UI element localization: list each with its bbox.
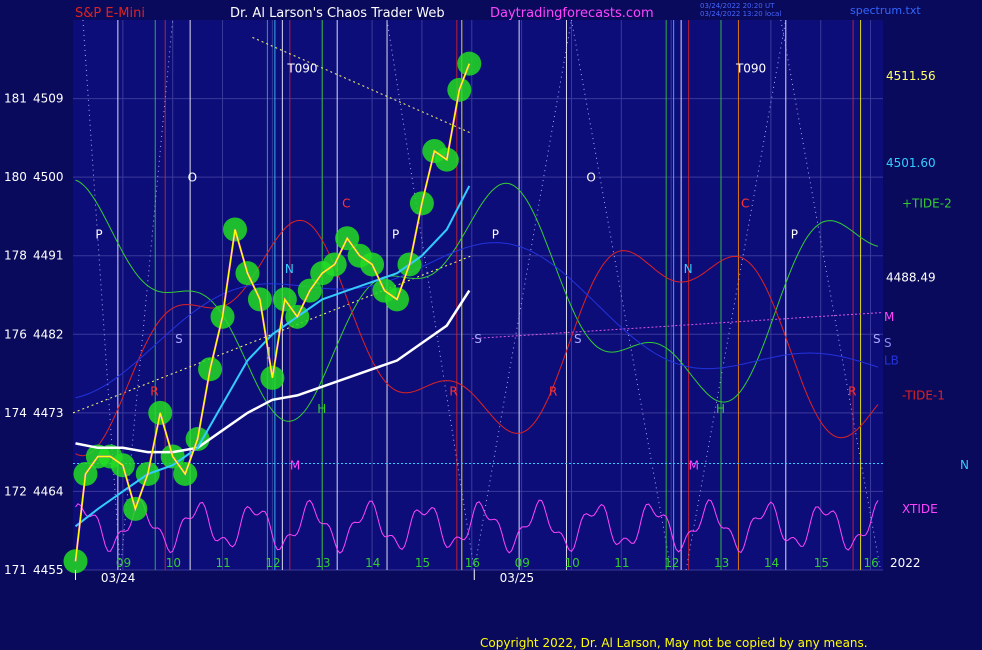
- y-tick-label-6: 171: [4, 563, 27, 577]
- x-tick-label-4: 13: [315, 556, 330, 570]
- line-label-8: C: [342, 197, 350, 211]
- y-tick-label-5: 172: [4, 484, 27, 498]
- x-tick-label-12: 13: [714, 556, 729, 570]
- line-label-21: H: [317, 402, 326, 416]
- y-tick-price-6: 4455: [33, 563, 64, 577]
- x-tick-label-3: 12: [265, 556, 280, 570]
- date-label-0: 03/24: [101, 571, 136, 585]
- right-value-2: 4488.49: [886, 271, 936, 285]
- y-tick-label-0: 181: [4, 92, 27, 106]
- chart: 181 4509 180 4500 178 4491 176 4482 174 4473 172 44…: [0, 0, 982, 650]
- line-label-14: S: [574, 332, 582, 346]
- legend-entry-4: -TIDE-1: [902, 388, 945, 402]
- y-tick-price-0: 4509: [33, 92, 64, 106]
- date-label-1: 03/25: [500, 571, 535, 585]
- y-tick-price-1: 4500: [33, 170, 64, 184]
- line-label-22: H: [716, 402, 725, 416]
- x-tick-label-0: 09: [116, 556, 131, 570]
- right-value-0: 4511.56: [886, 69, 936, 83]
- y-tick-label-4: 174: [4, 406, 27, 420]
- x-tick-label-2: 11: [216, 556, 231, 570]
- line-label-23: M: [290, 459, 300, 473]
- x-tick-label-15: 16: [864, 556, 879, 570]
- line-label-24: M: [689, 459, 699, 473]
- y-tick-label-2: 178: [4, 249, 27, 263]
- line-label-17: R: [449, 384, 457, 398]
- line-label-6: P: [492, 227, 499, 241]
- line-label-9: C: [741, 197, 749, 211]
- x-tick-label-11: 12: [664, 556, 679, 570]
- line-label-7: P: [791, 227, 798, 241]
- legend-entry-1: M: [884, 310, 894, 324]
- x-tick-label-13: 14: [764, 556, 779, 570]
- line-label-13: S: [474, 332, 482, 346]
- line-label-4: P: [95, 227, 102, 241]
- x-tick-label-8: 09: [515, 556, 530, 570]
- line-label-16: R: [150, 384, 158, 398]
- y-tick-label-3: 176: [4, 327, 27, 341]
- header-url[interactable]: Daytradingforecasts.com: [490, 6, 654, 21]
- legend-entry-6: XTIDE: [902, 502, 938, 516]
- line-label-11: N: [684, 262, 693, 276]
- x-tick-label-14: 15: [814, 556, 829, 570]
- x-tick-label-7: 16: [465, 556, 480, 570]
- y-tick-price-5: 4464: [33, 484, 64, 498]
- line-label-5: P: [392, 227, 399, 241]
- line-label-20: J: [266, 345, 271, 359]
- legend-entry-0: +TIDE-2: [902, 196, 952, 210]
- header-timestamp-local: 03/24/2022 13:20 local: [700, 10, 781, 18]
- x-tick-label-6: 15: [415, 556, 430, 570]
- line-label-0: T090: [286, 61, 317, 75]
- y-tick-label-1: 180: [4, 170, 27, 184]
- y-tick-price-3: 4482: [33, 327, 64, 341]
- price-halo-point: [457, 51, 482, 76]
- line-label-18: R: [549, 384, 557, 398]
- line-label-3: O: [586, 171, 595, 185]
- line-label-12: S: [175, 332, 183, 346]
- legend-entry-3: LB: [884, 353, 899, 367]
- x-tick-label-9: 10: [564, 556, 579, 570]
- line-label-10: N: [285, 262, 294, 276]
- right-value-1: 4501.60: [886, 156, 936, 170]
- y-tick-price-4: 4473: [33, 406, 64, 420]
- header-timestamp-ut: 03/24/2022 20:20 UT: [700, 2, 775, 10]
- footer-copyright: Copyright 2022, Dr. Al Larson, May not b…: [480, 636, 868, 650]
- plot-area: [73, 20, 883, 570]
- header-title-left: S&P E-Mini: [75, 6, 145, 21]
- legend-entry-5: N: [960, 458, 969, 472]
- x-tick-label-1: 10: [166, 556, 181, 570]
- header-filename: spectrum.txt: [850, 4, 921, 17]
- x-tick-label-5: 14: [365, 556, 380, 570]
- line-label-1: T090: [735, 61, 766, 75]
- line-label-15: S: [873, 332, 881, 346]
- header-title-center: Dr. Al Larson's Chaos Trader Web: [230, 6, 445, 21]
- line-label-2: O: [188, 171, 197, 185]
- footer-year: 2022: [890, 556, 921, 570]
- legend-entry-2: S: [884, 336, 892, 350]
- line-label-19: R: [848, 384, 856, 398]
- x-tick-label-10: 11: [614, 556, 629, 570]
- y-tick-price-2: 4491: [33, 249, 64, 263]
